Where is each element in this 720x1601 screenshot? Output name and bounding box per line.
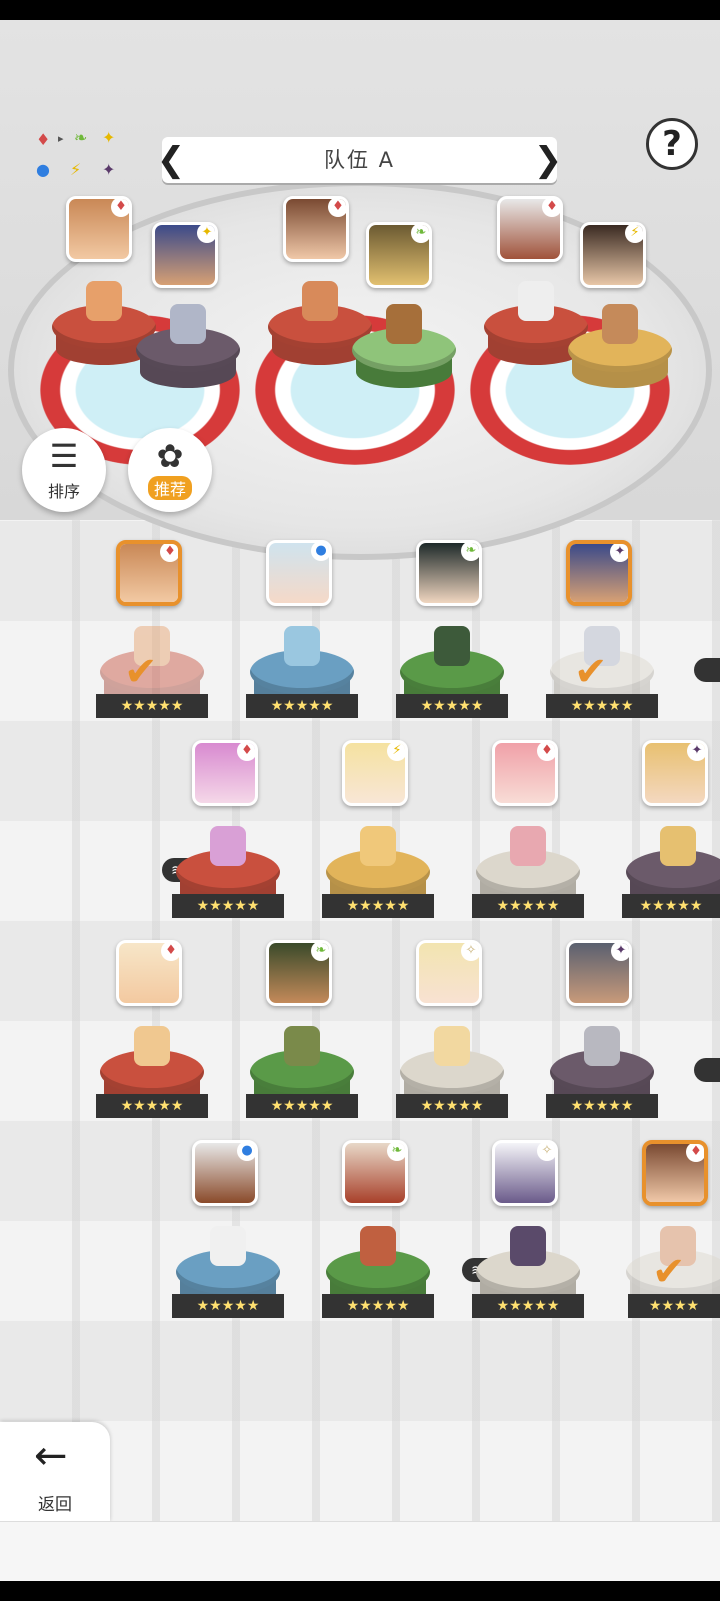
dark-element-icon: ✦ (102, 160, 116, 179)
help-button[interactable]: ? (646, 118, 698, 170)
team-title: 队伍 A (323, 148, 396, 172)
star-rating: ★★★★★ (96, 694, 208, 718)
recommend-label: 推荐 (148, 476, 192, 500)
roster-portrait[interactable]: ♦ (642, 1140, 708, 1206)
recommend-button[interactable]: ✿ 推荐 (128, 428, 212, 512)
roster-portrait[interactable]: ✦ (642, 740, 708, 806)
duplicate-count-badge (694, 658, 720, 682)
star-rating: ★★★★★ (322, 894, 434, 918)
star-rating: ★★★★ (628, 1294, 720, 1318)
roster-pedestal[interactable] (476, 826, 580, 932)
star-rating: ★★★★★ (472, 1294, 584, 1318)
team-pedestal (136, 304, 240, 410)
system-nav-bar (0, 1581, 720, 1601)
star-rating: ★★★★★ (546, 694, 658, 718)
star-rating: ★★★★★ (622, 894, 720, 918)
roster-portrait[interactable]: ♦ (192, 740, 258, 806)
roster-pedestal[interactable] (250, 626, 354, 732)
water-element-icon: ● (36, 160, 50, 179)
bottom-bar (0, 1521, 720, 1582)
roster-pedestal[interactable] (250, 1026, 354, 1132)
wood-element-icon: ❧ (74, 128, 88, 147)
team-pedestal (568, 304, 672, 410)
roster-pedestal[interactable] (626, 826, 720, 932)
status-bar (0, 0, 720, 20)
sort-button[interactable]: ☰ 排序 (22, 428, 106, 512)
star-rating: ★★★★★ (396, 1094, 508, 1118)
roster-pedestal[interactable] (326, 826, 430, 932)
roster-portrait[interactable]: ♦ (492, 740, 558, 806)
light-star-icon: ✦ (102, 128, 116, 147)
star-rating: ★★★★★ (546, 1094, 658, 1118)
star-rating: ★★★★★ (472, 894, 584, 918)
selected-check-icon: ✔ (124, 649, 158, 695)
star-rating: ★★★★★ (396, 694, 508, 718)
fire-element-icon: ♦ (36, 130, 51, 149)
star-rating: ★★★★★ (322, 1294, 434, 1318)
roster-pedestal[interactable] (176, 826, 280, 932)
roster-portrait[interactable]: ❧ (342, 1140, 408, 1206)
arrow-icon: ▸ (58, 132, 64, 145)
team-member-portrait[interactable]: ♦ (497, 196, 563, 262)
lightning-icon: ⚡ (70, 160, 82, 179)
roster-portrait[interactable]: ✧ (416, 940, 482, 1006)
sort-icon: ☰ (49, 437, 79, 475)
roster-pedestal[interactable] (400, 1026, 504, 1132)
duplicate-count-badge (694, 1058, 720, 1082)
roster-portrait[interactable]: ✦ (566, 540, 632, 606)
roster-portrait[interactable]: ✦ (566, 940, 632, 1006)
back-button[interactable]: ← 返回 (0, 1422, 110, 1522)
roster-pedestal[interactable] (100, 1026, 204, 1132)
team-member-portrait[interactable]: ♦ (283, 196, 349, 262)
roster-portrait[interactable]: ✧ (492, 1140, 558, 1206)
back-label: 返回 (38, 1495, 72, 1515)
element-cycle-legend: ♦ ▸ ❧ ✦ ● ⚡ ✦ (30, 128, 130, 188)
roster-portrait[interactable]: ● (192, 1140, 258, 1206)
roster-portrait[interactable]: ❧ (416, 540, 482, 606)
chevron-right-icon[interactable]: ❯ (533, 141, 563, 179)
arrow-left-icon: ← (34, 1433, 68, 1479)
roster-portrait[interactable]: ♦ (116, 940, 182, 1006)
roster-portrait[interactable]: ♦ (116, 540, 182, 606)
roster-portrait[interactable]: ❧ (266, 940, 332, 1006)
team-member-portrait[interactable]: ⚡ (580, 222, 646, 288)
roster-pedestal[interactable] (176, 1226, 280, 1332)
star-rating: ★★★★★ (172, 894, 284, 918)
sort-label: 排序 (47, 482, 80, 501)
roster-portrait[interactable]: ● (266, 540, 332, 606)
roster-portrait[interactable]: ⚡ (342, 740, 408, 806)
selected-check-icon: ✔ (574, 649, 608, 695)
recommend-icon: ✿ (156, 437, 184, 475)
team-member-portrait[interactable]: ✦ (152, 222, 218, 288)
roster-pedestal[interactable] (550, 1026, 654, 1132)
star-rating: ★★★★★ (246, 694, 358, 718)
selected-check-icon: ✔ (652, 1249, 686, 1295)
team-member-portrait[interactable]: ♦ (66, 196, 132, 262)
roster-pedestal[interactable] (400, 626, 504, 732)
star-rating: ★★★★★ (172, 1294, 284, 1318)
roster-pedestal[interactable] (326, 1226, 430, 1332)
team-pedestal (352, 304, 456, 410)
roster-pedestal[interactable] (476, 1226, 580, 1332)
star-rating: ★★★★★ (96, 1094, 208, 1118)
team-selector: ❮ 队伍 A ❯ (157, 137, 562, 183)
star-rating: ★★★★★ (246, 1094, 358, 1118)
team-member-portrait[interactable]: ❧ (366, 222, 432, 288)
